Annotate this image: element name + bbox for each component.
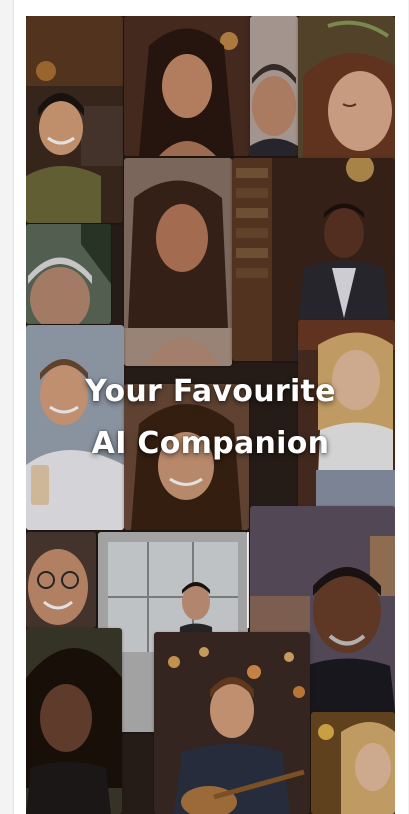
hero-headline-line-1: Your Favourite [85, 374, 336, 409]
portrait-tile-young-man-guitar [154, 632, 310, 814]
portrait-tile-woman-eyes-closed [298, 16, 395, 164]
portrait-tile-woman-long-hair [124, 16, 250, 156]
portrait-tile-woman-curly-dark-hair [26, 628, 122, 814]
portrait-tile-man-with-glasses [26, 532, 96, 628]
portrait-tile-older-man-gray-hair [26, 224, 111, 324]
portrait-tile-young-man-smiling [26, 16, 123, 223]
portrait-tile-middle-aged-man [250, 16, 298, 156]
portrait-tile-blonde-woman-lights [311, 712, 395, 814]
hero-headline-line-2: AI Companion [91, 426, 330, 461]
portrait-tile-woman-curly-hair [124, 158, 232, 366]
hero-headline: Your Favourite AI Companion [26, 366, 395, 470]
collage-gap-highlight [247, 532, 249, 628]
